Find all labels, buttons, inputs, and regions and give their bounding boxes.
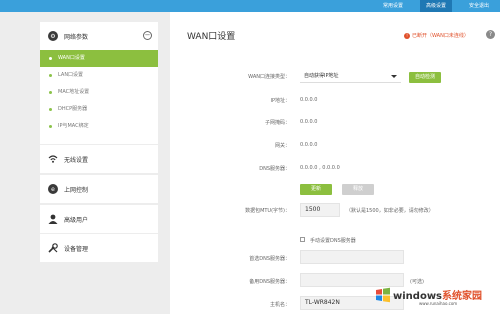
sidebar-item-label: WAN口设置 bbox=[58, 55, 85, 61]
secondary-dns-label: 备用DNS服务器： bbox=[249, 279, 290, 285]
mask-label: 子网掩码： bbox=[264, 120, 290, 126]
sidebar-group-label: 无线设置 bbox=[64, 156, 89, 164]
sidebar-item-dhcp[interactable]: DHCP服务器 bbox=[40, 101, 158, 118]
gateway-label: 网关： bbox=[274, 143, 290, 149]
help-icon[interactable]: ? bbox=[486, 30, 495, 39]
sidebar-item-wan[interactable]: WAN口设置 bbox=[40, 50, 158, 67]
mtu-input[interactable]: 1500 bbox=[300, 203, 340, 217]
network-icon: ⚙ bbox=[48, 31, 58, 41]
collapse-icon[interactable]: − bbox=[143, 31, 152, 40]
ip-value: 0.0.0.0 bbox=[300, 97, 318, 103]
bullet-icon bbox=[49, 91, 52, 94]
sidebar-group-label: 设备管理 bbox=[64, 245, 89, 253]
main-panel: WAN口设置 ! 已断开（WAN口未连线） ? WAN口连接类型： 自动获得IP地… bbox=[170, 12, 500, 314]
sidebar-item-label: DHCP服务器 bbox=[58, 106, 88, 112]
manual-dns-label: 手动设置DNS服务器 bbox=[310, 238, 356, 244]
sidebar-item-label: LAN口设置 bbox=[58, 72, 84, 78]
sidebar-group-device-management[interactable]: 设备管理 bbox=[40, 234, 158, 262]
globe-icon: e bbox=[48, 184, 58, 194]
sidebar-group-network: ⚙ 网络参数 − WAN口设置 LAN口设置 MAC地址设置 DHCP服务器 I… bbox=[40, 22, 158, 144]
mask-value: 0.0.0.0 bbox=[300, 119, 318, 125]
tools-icon bbox=[48, 243, 58, 253]
sidebar-group-label: 上网控制 bbox=[64, 186, 89, 194]
tab-common-settings[interactable]: 常用设置 bbox=[378, 0, 408, 12]
bullet-icon bbox=[49, 125, 52, 128]
sidebar-item-lan[interactable]: LAN口设置 bbox=[40, 67, 158, 84]
dns-value: 0.0.0.0 , 0.0.0.0 bbox=[300, 165, 340, 171]
sidebar-group-advanced-users[interactable]: 高级用户 bbox=[40, 205, 158, 233]
conn-type-value: 自动获得IP地址 bbox=[304, 73, 339, 79]
watermark: windows系统家园 www.runaihao.com bbox=[373, 284, 498, 312]
warning-icon: ! bbox=[404, 33, 410, 39]
wifi-icon bbox=[48, 154, 58, 164]
sidebar-item-label: MAC地址设置 bbox=[58, 89, 90, 95]
release-button[interactable]: 释放 bbox=[342, 184, 374, 195]
top-navigation-bar: 常用设置 高级设置 安全退出 bbox=[0, 0, 500, 12]
sidebar-group-label: 高级用户 bbox=[64, 216, 89, 224]
conn-type-select[interactable]: 自动获得IP地址 bbox=[300, 69, 401, 83]
sidebar: ⚙ 网络参数 − WAN口设置 LAN口设置 MAC地址设置 DHCP服务器 I… bbox=[0, 12, 170, 314]
chevron-down-icon bbox=[391, 75, 397, 78]
tab-advanced-settings[interactable]: 高级设置 bbox=[420, 0, 452, 12]
sidebar-item-ip-mac-bind[interactable]: IP与MAC绑定 bbox=[40, 118, 158, 135]
gateway-value: 0.0.0.0 bbox=[300, 142, 318, 148]
conn-type-label: WAN口连接类型： bbox=[248, 74, 290, 80]
ip-label: IP地址： bbox=[270, 98, 291, 104]
sidebar-group-network-header[interactable]: ⚙ 网络参数 bbox=[40, 22, 158, 50]
sidebar-group-label: 网络参数 bbox=[64, 33, 89, 41]
sidebar-group-access-control[interactable]: e 上网控制 bbox=[40, 175, 158, 203]
watermark-url: www.runaihao.com bbox=[419, 301, 458, 306]
connection-status: ! 已断开（WAN口未连线） bbox=[404, 32, 469, 39]
mtu-label: 数据包MTU(字节)： bbox=[245, 208, 290, 214]
sidebar-group-wireless[interactable]: 无线设置 bbox=[40, 145, 158, 173]
bullet-icon bbox=[49, 74, 52, 77]
tab-logout[interactable]: 安全退出 bbox=[464, 0, 494, 12]
primary-dns-input[interactable] bbox=[300, 250, 404, 264]
manual-dns-checkbox[interactable] bbox=[300, 237, 305, 242]
user-icon bbox=[48, 214, 58, 224]
bullet-icon bbox=[49, 108, 52, 111]
auto-detect-button[interactable]: 自动检测 bbox=[409, 72, 441, 83]
status-text: 已断开（WAN口未连线） bbox=[412, 33, 469, 39]
renew-button[interactable]: 更新 bbox=[300, 184, 332, 195]
hostname-label: 主机名： bbox=[269, 302, 290, 308]
bullet-icon bbox=[49, 57, 52, 60]
sidebar-item-mac[interactable]: MAC地址设置 bbox=[40, 84, 158, 101]
page-title: WAN口设置 bbox=[187, 32, 236, 42]
mtu-hint: （默认是1500，如非必要，请勿修改） bbox=[346, 208, 434, 214]
windows-logo-icon bbox=[376, 287, 390, 303]
dns-label: DNS服务器： bbox=[259, 166, 290, 172]
watermark-brand: windows系统家园 bbox=[393, 287, 482, 302]
sidebar-item-label: IP与MAC绑定 bbox=[58, 123, 89, 129]
primary-dns-label: 首选DNS服务器： bbox=[249, 256, 290, 262]
